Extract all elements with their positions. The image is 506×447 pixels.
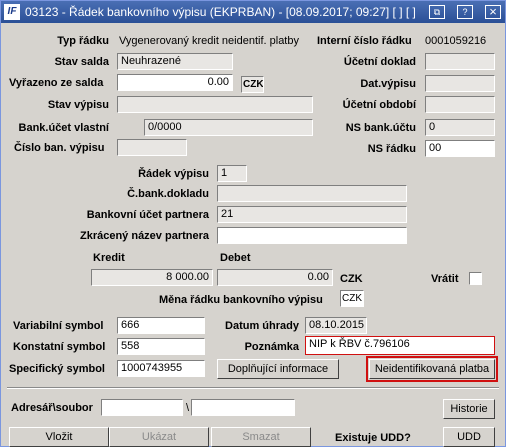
ukazat-button[interactable]: Ukázat [109,427,209,447]
c-bank-dokladu-label: Č.bank.dokladu [127,188,209,200]
ucetni-obdobi-field[interactable] [425,96,495,113]
vyrazeno-ze-salda-field[interactable]: 0.00 [117,74,233,91]
variabilni-symbol-field[interactable]: 666 [117,317,205,334]
konstatni-symbol-field[interactable]: 558 [117,338,205,355]
cislo-ban-vypisu-label: Číslo ban. výpisu [14,142,105,154]
title-bar[interactable]: IF 03123 - Řádek bankovního výpisu (EKPR… [1,1,505,23]
help-button[interactable]: ? [457,5,473,19]
vyrazeno-ze-salda-label: Vyřazeno ze salda [9,77,104,89]
soubor-field[interactable] [191,399,295,416]
datum-uhrady-label: Datum úhrady [225,320,299,332]
kredit-label: Kredit [93,252,125,264]
udd-button[interactable]: UDD [443,427,495,447]
variabilni-symbol-label: Variabilní symbol [13,320,104,332]
ucetni-doklad-label: Účetní doklad [343,56,416,68]
kredit-field[interactable]: 8 000.00 [91,269,213,286]
doplnujici-informace-button[interactable]: Doplňující informace [217,359,339,379]
poznamka-label: Poznámka [244,341,299,353]
dat-vypisu-field[interactable] [425,75,495,92]
typ-radku-label: Typ řádku [57,35,109,47]
separator [7,387,499,389]
vlozit-button[interactable]: Vložit [9,427,109,447]
debet-field[interactable]: 0.00 [217,269,333,286]
close-button[interactable]: × [485,5,501,19]
vyrazeno-currency-field[interactable]: CZK [241,76,264,93]
konstatni-symbol-label: Konstatní symbol [13,341,106,353]
radek-vypisu-label: Řádek výpisu [138,168,209,180]
historie-button[interactable]: Historie [443,399,495,419]
bankovni-ucet-partnera-label: Bankovní účet partnera [86,209,209,221]
cislo-ban-vypisu-field[interactable] [117,139,187,156]
adresar-soubor-label: Adresář\soubor [11,402,93,414]
ucetni-obdobi-label: Účetní období [342,99,416,111]
stav-vypisu-field[interactable] [117,96,313,113]
path-separator: \ [186,402,190,414]
interni-cislo-radku-value: 0001059216 [425,35,487,47]
specificky-symbol-label: Specifický symbol [9,363,105,375]
ns-radku-field[interactable]: 00 [425,140,495,157]
ns-radku-label: NS řádku [367,143,416,155]
specificky-symbol-field[interactable]: 1000743955 [117,360,205,377]
mena-radku-field[interactable]: CZK [340,290,364,307]
dat-vypisu-label: Dat.výpisu [360,78,416,90]
datum-uhrady-field[interactable]: 08.10.2015 [305,317,367,334]
smazat-button[interactable]: Smazat [211,427,311,447]
radek-vypisu-field[interactable]: 1 [217,165,247,182]
debet-label: Debet [220,252,251,264]
stav-salda-label: Stav salda [54,56,109,68]
window-title: 03123 - Řádek bankovního výpisu (EKPRBAN… [25,5,416,19]
interni-cislo-radku-label: Interní číslo řádku [317,35,412,47]
bank-ucet-vlastni-label: Bank.účet vlastní [18,122,109,134]
vratit-label: Vrátit [431,273,459,285]
ns-bank-uctu-field[interactable]: 0 [425,119,495,136]
dialog-window: IF 03123 - Řádek bankovního výpisu (EKPR… [0,0,506,447]
ns-bank-uctu-label: NS bank.účtu [345,122,416,134]
vratit-checkbox[interactable] [469,272,482,285]
app-logo-icon: IF [4,4,20,20]
stav-salda-field[interactable]: Neuhrazené [117,53,233,70]
zkraceny-nazev-partnera-field[interactable] [217,227,407,244]
typ-radku-value: Vygenerovaný kredit neidentif. platby [119,35,299,47]
ucetni-doklad-field[interactable] [425,53,495,70]
bank-ucet-vlastni-field[interactable]: 0/0000 [144,119,313,136]
restore-button[interactable]: ⧉ [429,5,445,19]
existuje-udd-label: Existuje UDD? [335,432,411,444]
bankovni-ucet-partnera-field[interactable]: 21 [217,206,407,223]
c-bank-dokladu-field[interactable] [217,185,407,202]
adresar-field[interactable] [101,399,183,416]
mena-radku-label: Měna řádku bankovního výpisu [159,294,323,306]
zkraceny-nazev-partnera-label: Zkrácený název partnera [79,230,209,242]
stav-vypisu-label: Stav výpisu [47,99,109,111]
neidentifikovana-platba-button[interactable]: Neidentifikovaná platba [366,356,498,382]
amount-currency-label: CZK [340,273,363,285]
poznamka-field[interactable]: NIP k ŘBV č.796106 [305,336,495,355]
